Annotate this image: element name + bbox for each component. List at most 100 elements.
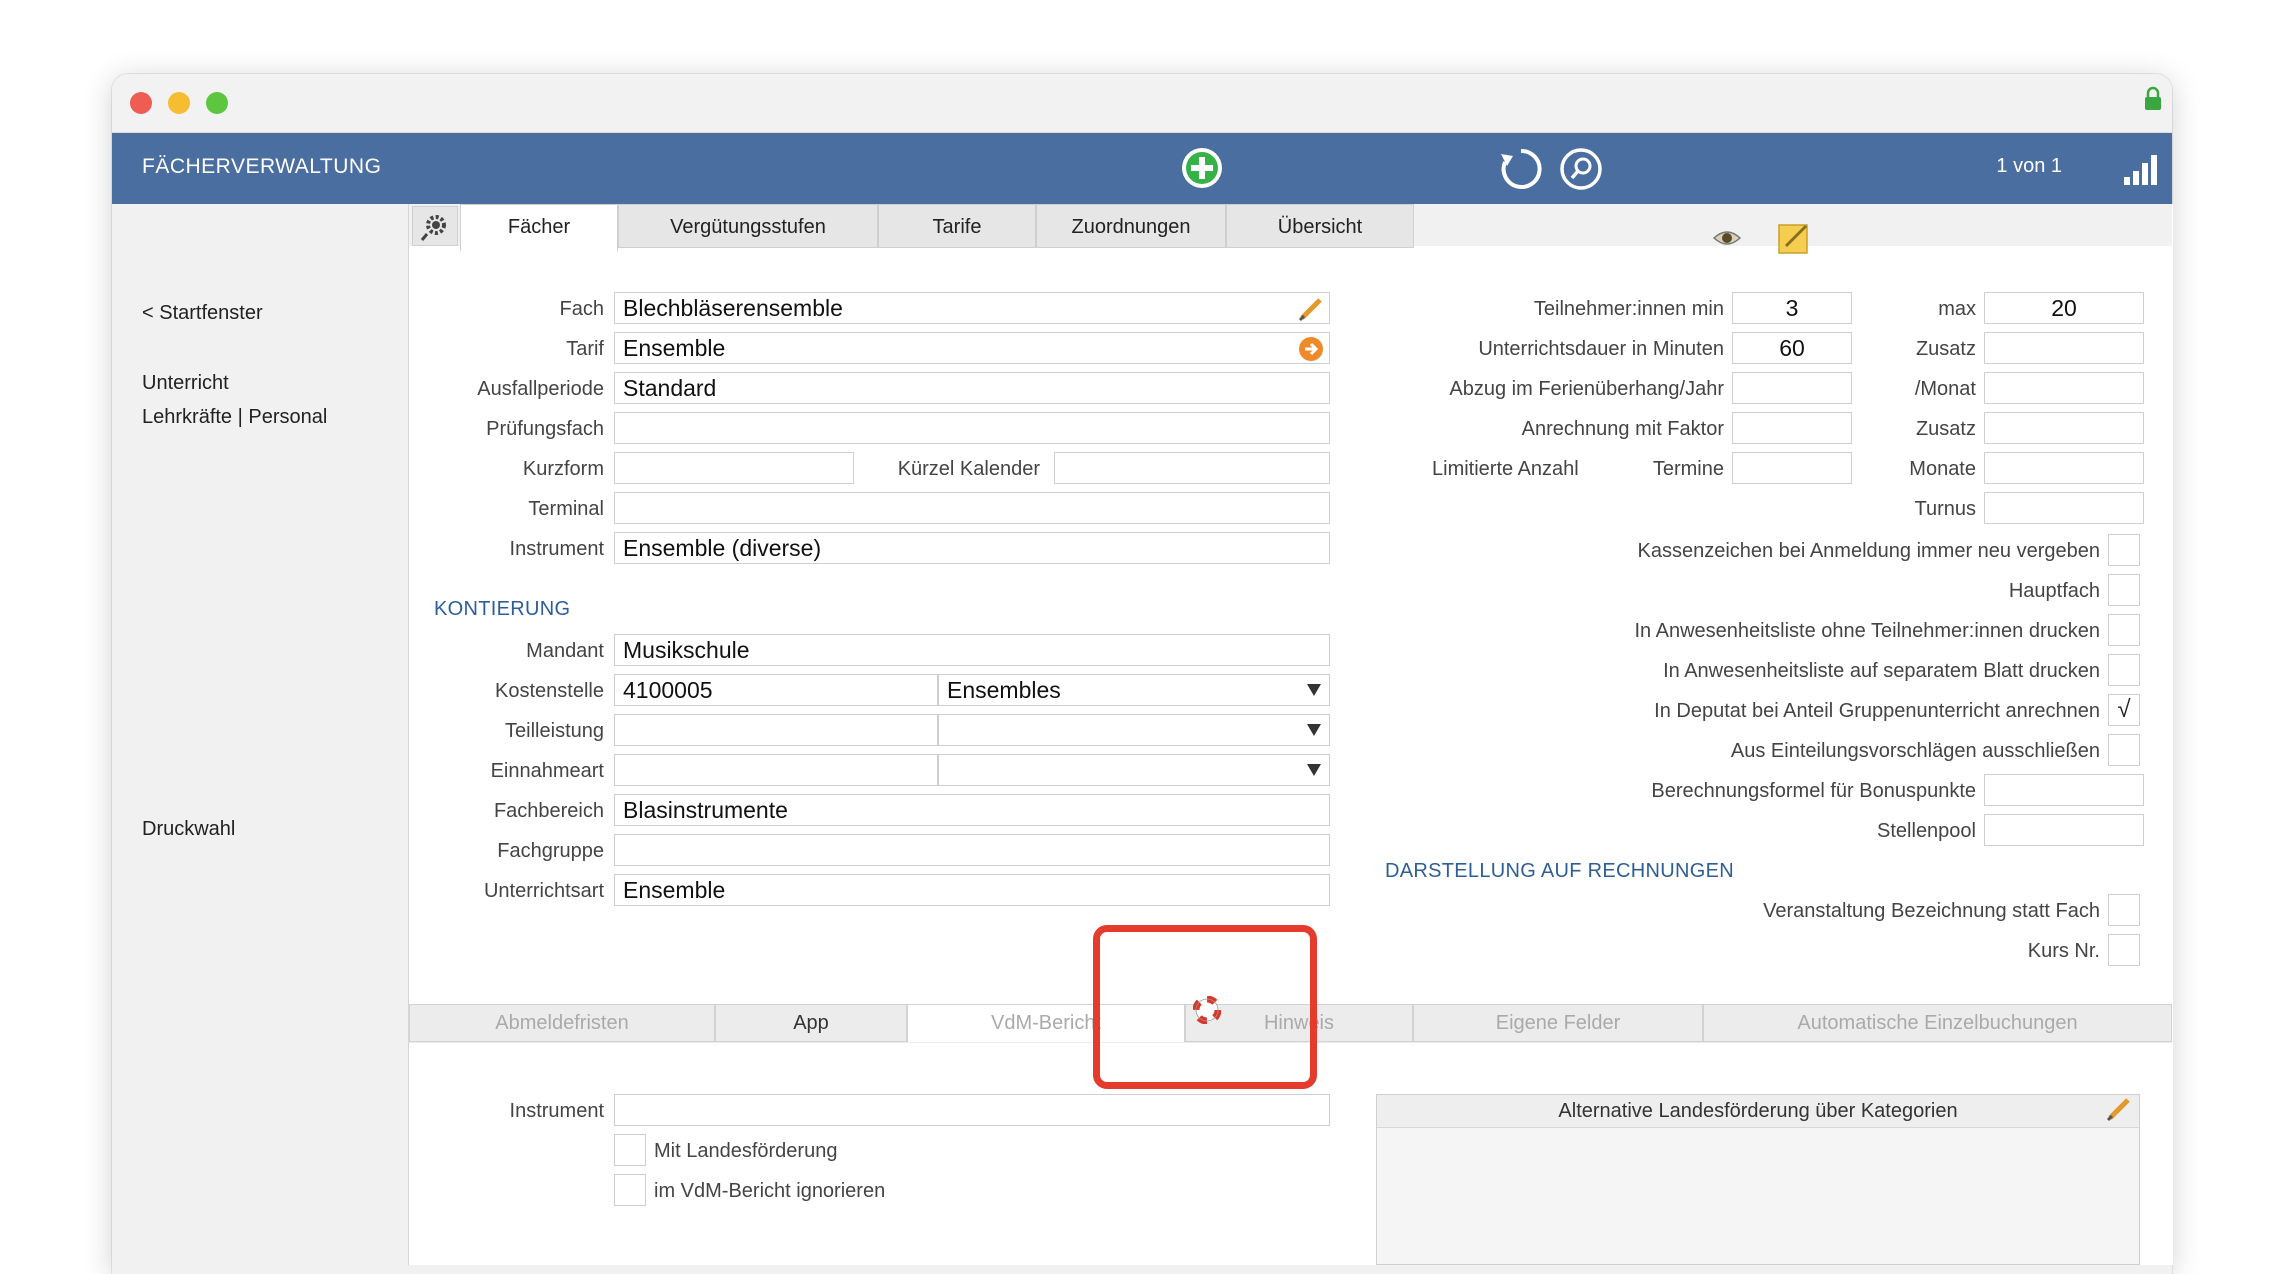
bonus-field[interactable] <box>1984 774 2144 806</box>
teilleistung-select[interactable] <box>938 714 1330 746</box>
mandant-field[interactable]: Musikschule <box>614 634 1330 666</box>
kassenzeichen-checkbox[interactable] <box>2108 534 2140 566</box>
eye-icon[interactable] <box>1712 226 1742 250</box>
einnahmeart-code-field[interactable] <box>614 754 938 786</box>
anrechnung-field[interactable] <box>1732 412 1852 444</box>
teilleistung-code-field[interactable] <box>614 714 938 746</box>
kurs-nr-label: Kurs Nr. <box>2027 940 2100 962</box>
dauer-field[interactable]: 60 <box>1732 332 1852 364</box>
stellenpool-label: Stellenpool <box>1877 820 1976 842</box>
fach-label: Fach <box>559 298 604 320</box>
tab-automatische-einzelbuchungen[interactable]: Automatische Einzelbuchungen <box>1703 1004 2172 1042</box>
tab-app[interactable]: App <box>715 1004 907 1042</box>
einteilung-label: Aus Einteilungsvorschlägen ausschließen <box>1730 740 2100 762</box>
teilleistung-label: Teilleistung <box>505 720 604 742</box>
pencil-icon[interactable] <box>2106 1096 2132 1122</box>
turnus-field[interactable] <box>1984 492 2144 524</box>
pruefungsfach-field[interactable] <box>614 412 1330 444</box>
kassenzeichen-label: Kassenzeichen bei Anmeldung immer neu ve… <box>1637 540 2100 562</box>
tarif-field[interactable]: Ensemble <box>614 332 1330 364</box>
fachgruppe-label: Fachgruppe <box>497 840 604 862</box>
kurzform-label: Kurzform <box>522 458 604 480</box>
title-bar <box>112 74 2172 133</box>
kostenstelle-code-field[interactable]: 4100005 <box>614 674 938 706</box>
fachgruppe-field[interactable] <box>614 834 1330 866</box>
tab-uebersicht[interactable]: Übersicht <box>1226 204 1414 248</box>
tab-eigene-felder[interactable]: Eigene Felder <box>1413 1004 1703 1042</box>
back-to-startfenster-link[interactable]: < Startfenster <box>142 302 263 325</box>
tab-faecher[interactable]: Fächer <box>460 204 618 251</box>
unterricht-link[interactable]: Unterricht <box>142 372 229 395</box>
zoom-window-button[interactable] <box>206 92 228 114</box>
veranstaltung-label: Veranstaltung Bezeichnung statt Fach <box>1763 900 2100 922</box>
vdm-ignorieren-checkbox[interactable] <box>614 1174 646 1206</box>
app-header: FÄCHERVERWALTUNG 1 von 1 <box>112 133 2172 204</box>
tab-verguetungsstufen[interactable]: Vergütungsstufen <box>618 204 878 248</box>
add-record-icon[interactable] <box>1179 145 1225 191</box>
abzug-field[interactable] <box>1732 372 1852 404</box>
veranstaltung-checkbox[interactable] <box>2108 894 2140 926</box>
fach-field[interactable]: Blechbläserensemble <box>614 292 1330 324</box>
fachbereich-field[interactable]: Blasinstrumente <box>614 794 1330 826</box>
chevron-down-icon <box>1307 684 1321 696</box>
zusatz2-label: Zusatz <box>1915 418 1976 440</box>
termine-label: Termine <box>1652 458 1724 480</box>
sidebar: < Startfenster Unterricht Lehrkräfte | P… <box>112 204 408 1274</box>
arrow-right-circle-icon[interactable] <box>1298 336 1324 362</box>
refresh-icon[interactable] <box>1498 146 1544 192</box>
instrument-label: Instrument <box>509 538 604 560</box>
einnahmeart-select[interactable] <box>938 754 1330 786</box>
instrument-field[interactable]: Ensemble (diverse) <box>614 532 1330 564</box>
max-field[interactable]: 20 <box>1984 292 2144 324</box>
kostenstelle-label: Kostenstelle <box>495 680 604 702</box>
monate-field[interactable] <box>1984 452 2144 484</box>
tab-tarife[interactable]: Tarife <box>878 204 1036 248</box>
kostenstelle-name: Ensembles <box>947 677 1061 703</box>
bottom-instrument-label: Instrument <box>509 1100 604 1122</box>
turnus-label: Turnus <box>1914 498 1976 520</box>
record-counter: 1 von 1 <box>1996 155 2062 177</box>
close-window-button[interactable] <box>130 92 152 114</box>
druckwahl-link[interactable]: Druckwahl <box>142 818 235 841</box>
kuerzel-kalender-field[interactable] <box>1054 452 1330 484</box>
kurs-nr-checkbox[interactable] <box>2108 934 2140 966</box>
note-icon[interactable] <box>1776 220 1812 256</box>
minimize-window-button[interactable] <box>168 92 190 114</box>
mit-landesfoerderung-checkbox[interactable] <box>614 1134 646 1166</box>
zusatz2-field[interactable] <box>1984 412 2144 444</box>
chevron-down-icon <box>1307 764 1321 776</box>
monat-field[interactable] <box>1984 372 2144 404</box>
search-icon[interactable] <box>1558 146 1604 192</box>
lehrkraefte-personal-link[interactable]: Lehrkräfte | Personal <box>142 406 327 429</box>
anwesenheit-separat-label: In Anwesenheitsliste auf separatem Blatt… <box>1663 660 2100 682</box>
kuerzel-kalender-label: Kürzel Kalender <box>897 458 1040 480</box>
anwesenheit-ohne-checkbox[interactable] <box>2108 614 2140 646</box>
settings-tab[interactable] <box>412 206 458 246</box>
einnahmeart-label: Einnahmeart <box>490 760 604 782</box>
teilnehmer-min-field[interactable]: 3 <box>1732 292 1852 324</box>
ausfallperiode-field[interactable]: Standard <box>614 372 1330 404</box>
terminal-field[interactable] <box>614 492 1330 524</box>
hauptfach-checkbox[interactable] <box>2108 574 2140 606</box>
pruefungsfach-label: Prüfungsfach <box>486 418 604 440</box>
teilnehmer-min-label: Teilnehmer:innen min <box>1533 298 1724 320</box>
einteilung-checkbox[interactable] <box>2108 734 2140 766</box>
anwesenheit-separat-checkbox[interactable] <box>2108 654 2140 686</box>
unterrichtsart-field[interactable]: Ensemble <box>614 874 1330 906</box>
zusatz1-field[interactable] <box>1984 332 2144 364</box>
kurzform-field[interactable] <box>614 452 854 484</box>
deputat-checkbox[interactable]: √ <box>2108 694 2140 726</box>
zusatz1-label: Zusatz <box>1915 338 1976 360</box>
termine-field[interactable] <box>1732 452 1852 484</box>
tab-zuordnungen[interactable]: Zuordnungen <box>1036 204 1226 248</box>
pencil-icon[interactable] <box>1298 296 1324 322</box>
alt-landesfoerderung-header: Alternative Landesförderung über Kategor… <box>1377 1095 2139 1128</box>
tarif-label: Tarif <box>566 338 604 360</box>
tab-abmeldefristen[interactable]: Abmeldefristen <box>409 1004 715 1042</box>
dauer-label: Unterrichtsdauer in Minuten <box>1478 338 1724 360</box>
bottom-instrument-field[interactable] <box>614 1094 1330 1126</box>
monat-label: /Monat <box>1914 378 1976 400</box>
stellenpool-field[interactable] <box>1984 814 2144 846</box>
kostenstelle-select[interactable]: Ensembles <box>938 674 1330 706</box>
unterrichtsart-label: Unterrichtsart <box>483 880 604 902</box>
